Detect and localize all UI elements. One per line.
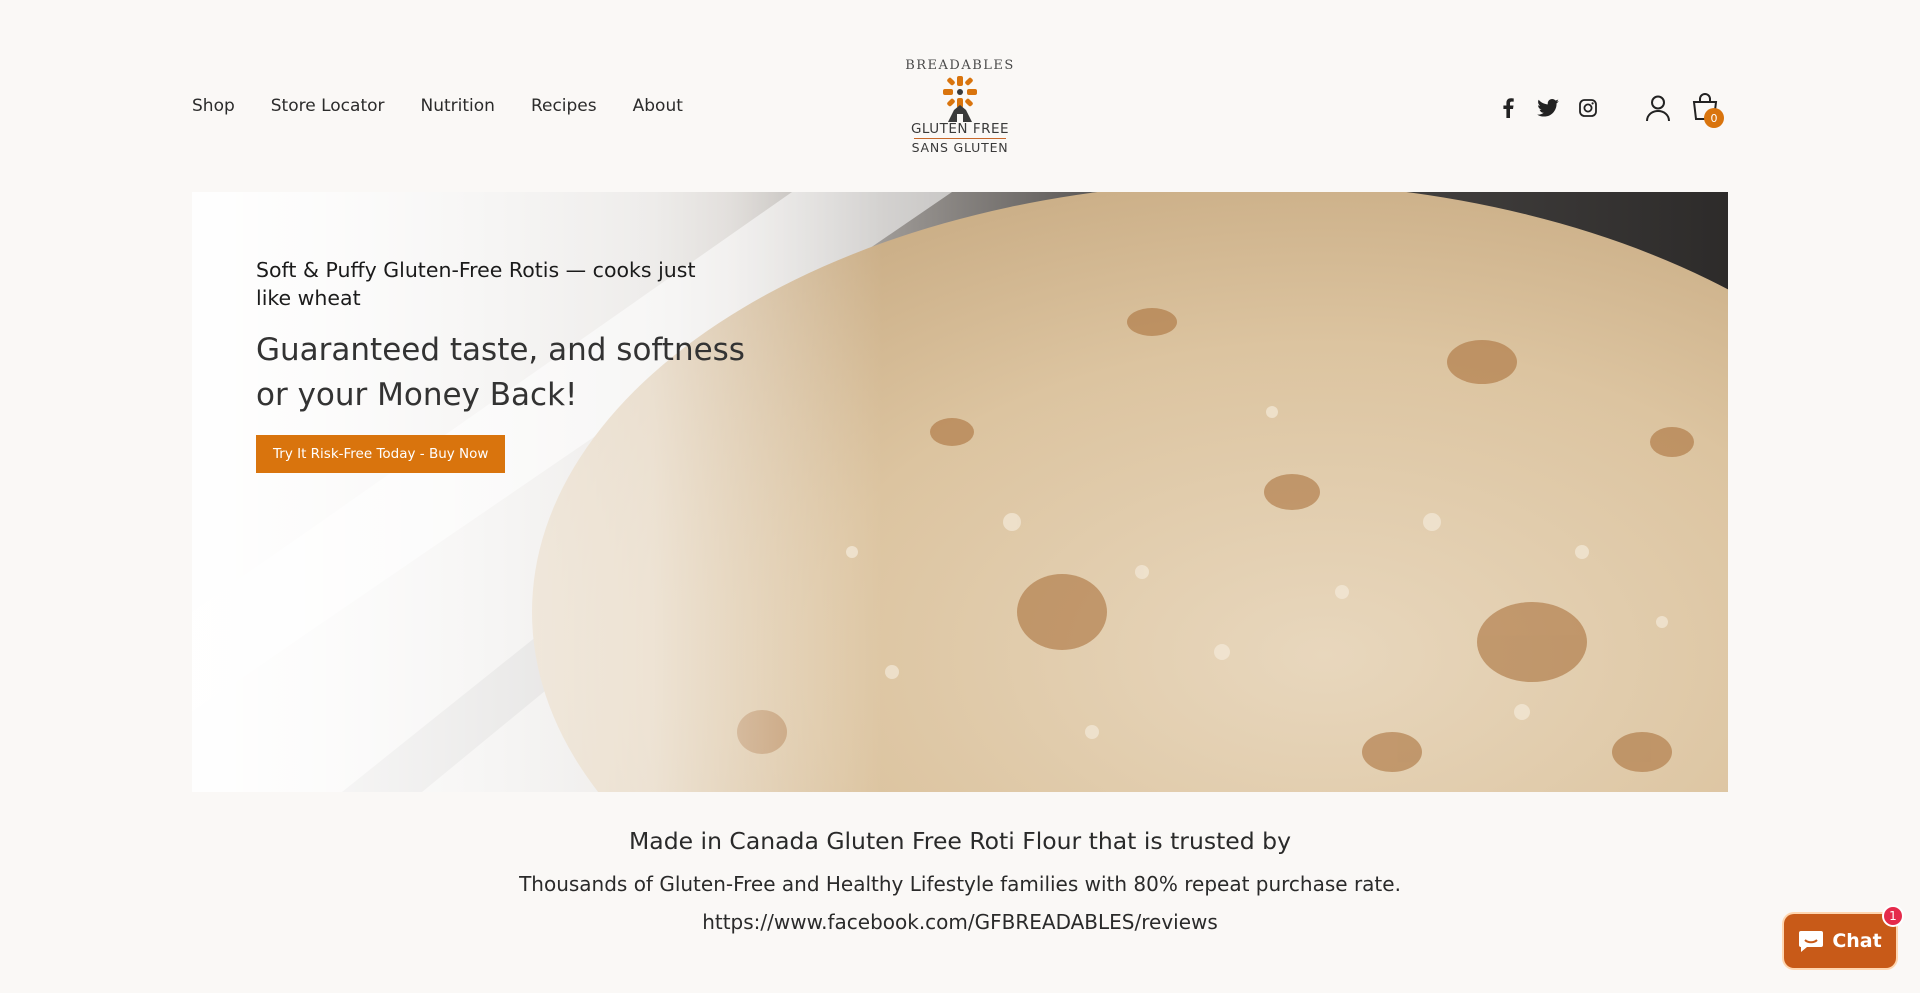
instagram-icon[interactable]: [1576, 96, 1600, 120]
account-icon[interactable]: [1644, 94, 1672, 122]
buy-now-button[interactable]: Try It Risk-Free Today - Buy Now: [256, 435, 506, 473]
hero-banner: Soft & Puffy Gluten-Free Rotis — cooks j…: [192, 192, 1728, 792]
site-header: Shop Store Locator Nutrition Recipes Abo…: [0, 0, 1920, 192]
nav-link-about[interactable]: About: [633, 96, 683, 116]
chat-bubble-icon: [1799, 931, 1824, 952]
nav-link-store-locator[interactable]: Store Locator: [271, 96, 385, 116]
nav-item-store-locator[interactable]: Store Locator: [271, 96, 385, 116]
nav-link-shop[interactable]: Shop: [192, 96, 235, 116]
hero-title: Guaranteed taste, and softness or your M…: [256, 332, 745, 413]
nav-item-about[interactable]: About: [633, 96, 683, 116]
nav-item-shop[interactable]: Shop: [192, 96, 235, 116]
nav-link-nutrition[interactable]: Nutrition: [421, 96, 495, 116]
main-nav: Shop Store Locator Nutrition Recipes Abo…: [192, 96, 683, 116]
nav-link-recipes[interactable]: Recipes: [531, 96, 597, 116]
trust-section: Made in Canada Gluten Free Roti Flour th…: [0, 824, 1920, 936]
hero-subtitle: Soft & Puffy Gluten-Free Rotis — cooks j…: [256, 258, 696, 310]
cart-count-badge: 0: [1704, 108, 1724, 128]
trust-title: Made in Canada Gluten Free Roti Flour th…: [629, 827, 1291, 855]
chat-notification-badge: 1: [1882, 905, 1904, 927]
chat-button[interactable]: Chat: [1784, 914, 1896, 968]
logo-gluten-free-text: GLUTEN FREE: [910, 121, 1010, 137]
facebook-icon[interactable]: [1496, 96, 1520, 120]
chat-label: Chat: [1832, 930, 1882, 952]
nav-item-nutrition[interactable]: Nutrition: [421, 96, 495, 116]
nav-item-recipes[interactable]: Recipes: [531, 96, 597, 116]
logo-sans-gluten-text: SANS GLUTEN: [911, 140, 1009, 155]
logo-divider: [914, 138, 1006, 139]
trust-description: Thousands of Gluten-Free and Healthy Lif…: [519, 872, 1401, 896]
logo-flower-icon: [943, 76, 977, 122]
logo-brand-text: BREADABLES: [905, 58, 1015, 73]
social-links: [1496, 96, 1600, 120]
brand-logo[interactable]: BREADABLES GLUTEN FREE SANS GLUTEN: [905, 58, 1015, 160]
twitter-icon[interactable]: [1536, 96, 1560, 120]
reviews-link-text: https://www.facebook.com/GFBREADABLES/re…: [702, 910, 1218, 934]
